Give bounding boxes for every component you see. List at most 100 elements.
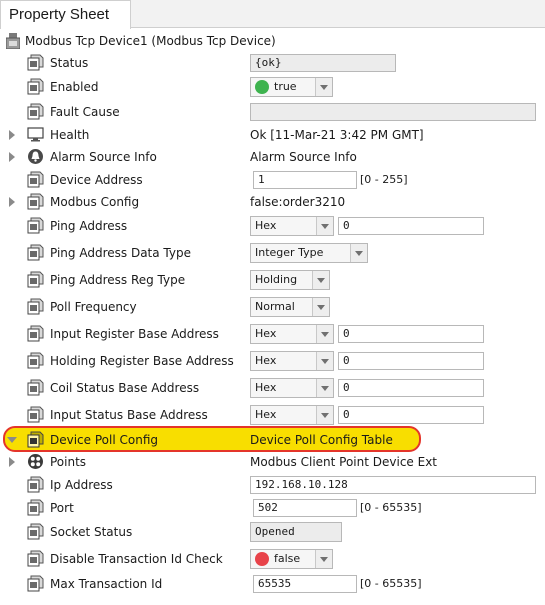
enabled-dropdown[interactable]: true	[250, 77, 333, 97]
slot-icon	[27, 217, 44, 234]
property-row-points[interactable]: Points Modbus Client Point Device Ext	[0, 451, 545, 473]
property-label: Disable Transaction Id Check	[50, 552, 223, 566]
property-label: Points	[50, 455, 87, 469]
slot-icon	[27, 476, 44, 493]
property-label: Input Status Base Address	[50, 408, 208, 422]
points-icon	[28, 454, 43, 469]
property-row-health[interactable]: Health Ok [11-Mar-21 3:42 PM GMT]	[0, 124, 545, 146]
slot-icon	[27, 171, 44, 188]
property-row-ping-address-data-type: Ping Address Data Type Integer Type	[0, 242, 545, 264]
property-row-device-address: Device Address 1 [0 - 255]	[0, 169, 545, 191]
expand-arrow-icon[interactable]	[9, 130, 15, 140]
property-row-disable-transaction-id-check: Disable Transaction Id Check false	[0, 548, 545, 570]
format-dropdown[interactable]: Hex	[250, 324, 334, 344]
holding-register-base-address-input[interactable]: 0	[338, 352, 484, 370]
property-row-status: Status {ok}	[0, 52, 545, 74]
page-title: Modbus Tcp Device1 (Modbus Tcp Device)	[25, 34, 276, 48]
monitor-icon	[27, 127, 44, 142]
tab-bar: Property Sheet	[0, 0, 545, 29]
status-field: {ok}	[250, 54, 396, 72]
chevron-down-icon[interactable]	[316, 406, 333, 424]
property-label: Status	[50, 56, 89, 70]
slot-icon	[27, 550, 44, 567]
slot-icon	[27, 352, 44, 369]
property-row-alarm-source-info[interactable]: Alarm Source Info Alarm Source Info	[0, 146, 545, 168]
chevron-down-icon[interactable]	[316, 379, 333, 397]
property-row-device-poll-config[interactable]: Device Poll Config Device Poll Config Ta…	[0, 429, 545, 451]
property-label: Socket Status	[50, 525, 133, 539]
format-dropdown[interactable]: Hex	[250, 216, 334, 236]
property-label: Device Poll Config	[50, 433, 158, 447]
format-dropdown[interactable]: Hex	[250, 378, 334, 398]
property-label: Port	[50, 501, 74, 515]
chevron-down-icon[interactable]	[312, 271, 329, 289]
modbus-config-value: false:order3210	[250, 195, 346, 209]
alarm-source-info-value: Alarm Source Info	[250, 150, 357, 164]
format-dropdown[interactable]: Hex	[250, 351, 334, 371]
max-transaction-id-input[interactable]: 65535	[253, 575, 357, 593]
chevron-down-icon[interactable]	[315, 78, 332, 96]
property-row-ip-address: Ip Address 192.168.10.128	[0, 474, 545, 496]
expand-arrow-icon[interactable]	[9, 197, 15, 207]
property-row-max-transaction-id: Max Transaction Id 65535 [0 - 65535]	[0, 573, 545, 595]
property-row-holding-register-base-address: Holding Register Base Address Hex 0	[0, 350, 545, 372]
slot-icon	[27, 325, 44, 342]
format-dropdown[interactable]: Hex	[250, 405, 334, 425]
tab-property-sheet[interactable]: Property Sheet	[0, 0, 131, 29]
property-label: Input Register Base Address	[50, 327, 219, 341]
slot-icon	[27, 103, 44, 120]
collapse-arrow-icon[interactable]	[7, 437, 17, 443]
chevron-down-icon[interactable]	[312, 298, 329, 316]
expand-arrow-icon[interactable]	[9, 457, 15, 467]
status-dot-icon	[255, 552, 269, 566]
chevron-down-icon[interactable]	[316, 352, 333, 370]
property-label: Coil Status Base Address	[50, 381, 200, 395]
ip-address-input[interactable]: 192.168.10.128	[250, 476, 536, 494]
property-row-modbus-config[interactable]: Modbus Config false:order3210	[0, 191, 545, 213]
slot-icon	[27, 298, 44, 315]
device-address-input[interactable]: 1	[253, 171, 357, 189]
property-label: Poll Frequency	[50, 300, 137, 314]
chevron-down-icon[interactable]	[316, 217, 333, 235]
input-register-base-address-input[interactable]: 0	[338, 325, 484, 343]
disable-transaction-id-check-dropdown[interactable]: false	[250, 549, 333, 569]
chevron-down-icon[interactable]	[350, 244, 367, 262]
slot-icon	[27, 499, 44, 516]
folder-slot-icon	[27, 431, 44, 448]
data-type-dropdown[interactable]: Integer Type	[250, 243, 368, 263]
range-hint: [0 - 65535]	[360, 577, 422, 590]
property-label: Alarm Source Info	[50, 150, 157, 164]
property-label: Fault Cause	[50, 105, 120, 119]
component-header: Modbus Tcp Device1 (Modbus Tcp Device)	[6, 32, 536, 50]
device-icon	[6, 33, 20, 49]
property-label: Ip Address	[50, 478, 113, 492]
property-row-socket-status: Socket Status Opened	[0, 521, 545, 543]
range-hint: [0 - 255]	[360, 173, 408, 186]
device-poll-config-value: Device Poll Config Table	[250, 433, 393, 447]
property-row-ping-address-reg-type: Ping Address Reg Type Holding	[0, 269, 545, 291]
property-row-ping-address: Ping Address Hex 0	[0, 215, 545, 237]
expand-arrow-icon[interactable]	[9, 152, 15, 162]
chevron-down-icon[interactable]	[316, 325, 333, 343]
chevron-down-icon[interactable]	[315, 550, 332, 568]
property-row-poll-frequency: Poll Frequency Normal	[0, 296, 545, 318]
property-row-fault-cause: Fault Cause	[0, 101, 545, 123]
property-row-input-register-base-address: Input Register Base Address Hex 0	[0, 323, 545, 345]
range-hint: [0 - 65535]	[360, 501, 422, 514]
health-value: Ok [11-Mar-21 3:42 PM GMT]	[250, 128, 424, 142]
slot-icon	[27, 54, 44, 71]
slot-icon	[27, 379, 44, 396]
status-dot-icon	[255, 80, 269, 94]
property-label: Health	[50, 128, 90, 142]
port-input[interactable]: 502	[253, 499, 357, 517]
slot-icon	[27, 78, 44, 95]
coil-status-base-address-input[interactable]: 0	[338, 379, 484, 397]
reg-type-dropdown[interactable]: Holding	[250, 270, 330, 290]
alarm-bell-icon	[28, 149, 43, 164]
slot-icon	[27, 406, 44, 423]
input-status-base-address-input[interactable]: 0	[338, 406, 484, 424]
ping-address-input[interactable]: 0	[338, 217, 484, 235]
property-label: Ping Address Reg Type	[50, 273, 186, 287]
poll-frequency-dropdown[interactable]: Normal	[250, 297, 330, 317]
property-row-input-status-base-address: Input Status Base Address Hex 0	[0, 404, 545, 426]
